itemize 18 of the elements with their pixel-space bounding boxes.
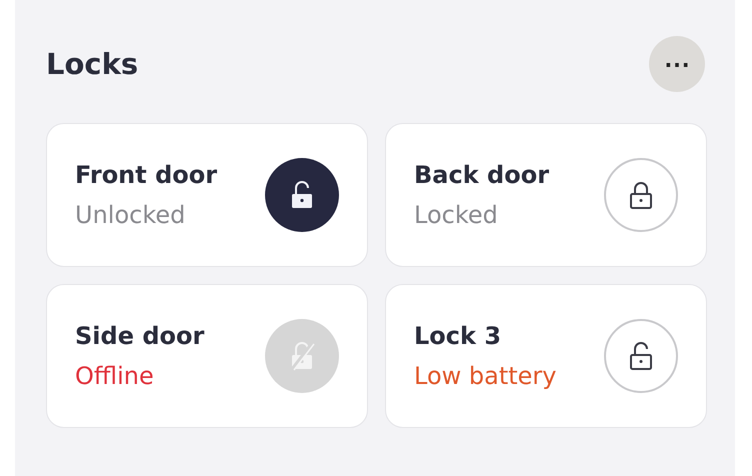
open-padlock-icon (289, 180, 315, 210)
open-padlock-icon (628, 341, 654, 371)
more-button[interactable]: ⋯ (649, 36, 705, 92)
lock-status: Low battery (414, 362, 556, 390)
section-title: Locks (46, 47, 138, 81)
lock-name: Side door (75, 322, 204, 350)
closed-padlock-icon (628, 180, 654, 210)
lock-status: Unlocked (75, 201, 186, 229)
lock-name: Back door (414, 161, 550, 189)
lock-card[interactable]: Back door Locked (385, 123, 707, 267)
lock-card[interactable]: Side door Offline (46, 284, 368, 428)
lock-status: Offline (75, 362, 155, 390)
lock-name: Lock 3 (414, 322, 502, 350)
open-padlock-icon (289, 341, 315, 371)
lock-status: Locked (414, 201, 499, 229)
lock-name: Front door (75, 161, 218, 189)
lock-card[interactable]: Lock 3 Low battery (385, 284, 707, 428)
lock-card[interactable]: Front door Unlocked (46, 123, 368, 267)
